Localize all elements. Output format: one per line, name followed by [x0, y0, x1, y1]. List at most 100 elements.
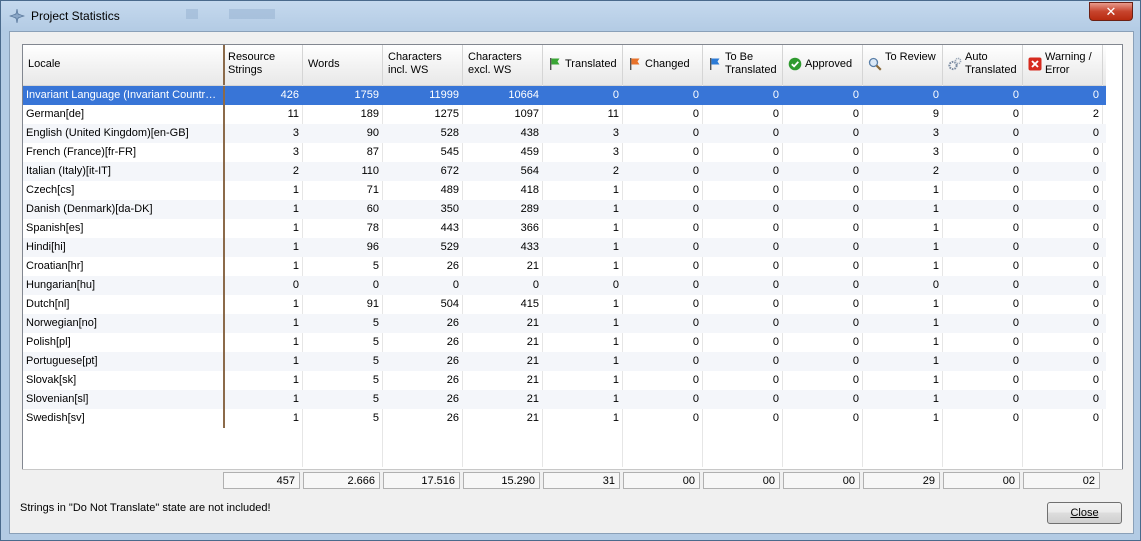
table-row[interactable]: Hungarian[hu] 0 0 0 0 0 0 0 0 0 0 0 [23, 276, 1106, 295]
column-header-locale[interactable]: Locale [23, 45, 225, 85]
green-flag-icon [550, 58, 560, 70]
value-cell: 110 [361, 165, 379, 177]
statistics-grid[interactable]: Locale Resource Strings Words Characters in… [22, 44, 1123, 488]
value-cell: 0 [852, 89, 859, 101]
value-cell: 0 [1012, 203, 1019, 215]
value-cell: 0 [772, 279, 779, 291]
locale-cell: Portuguese[pt] [23, 352, 225, 371]
value-cell: 0 [692, 222, 699, 234]
note-text: Strings in "Do Not Translate" state are … [20, 502, 271, 514]
value-cell: 0 [852, 298, 859, 310]
value-cell: 415 [520, 298, 539, 310]
locale-cell: Swedish[sv] [23, 409, 225, 428]
value-cell: 1 [292, 355, 299, 367]
value-cell: 11 [607, 108, 619, 120]
magnifier-icon [868, 57, 882, 71]
total-cell: 02 [1023, 472, 1100, 489]
table-row[interactable]: Czech[cs] 1 71 489 418 1 0 0 0 1 0 0 [23, 181, 1106, 200]
value-cell: 60 [366, 203, 379, 215]
locale-cell: French (France)[fr-FR] [23, 143, 225, 162]
column-header-characters-excl-ws[interactable]: Characters excl. WS [463, 45, 543, 85]
table-row[interactable]: Dutch[nl] 1 91 504 415 1 0 0 0 1 0 0 [23, 295, 1106, 314]
value-cell: 1 [612, 203, 619, 215]
value-cell: 1275 [434, 108, 459, 120]
table-row[interactable]: German[de] 11 189 1275 1097 11 0 0 0 9 0 2 [23, 105, 1106, 124]
total-cell: 00 [783, 472, 860, 489]
close-icon: ✕ [1105, 4, 1117, 19]
total-cell: 00 [623, 472, 700, 489]
table-row[interactable]: Slovenian[sl] 1 5 26 21 1 0 0 0 1 0 0 [23, 390, 1106, 409]
table-row[interactable]: Portuguese[pt] 1 5 26 21 1 0 0 0 1 0 0 [23, 352, 1106, 371]
value-cell: 1 [292, 374, 299, 386]
close-button[interactable]: Close [1047, 502, 1122, 524]
value-cell: 1759 [354, 89, 379, 101]
value-cell: 1 [292, 317, 299, 329]
column-header-label: Auto Translated [965, 51, 1017, 76]
value-cell: 3 [932, 127, 939, 139]
table-row[interactable]: Swedish[sv] 1 5 26 21 1 0 0 0 1 0 0 [23, 409, 1106, 428]
value-cell: 0 [852, 165, 859, 177]
table-row[interactable]: Danish (Denmark)[da-DK] 1 60 350 289 1 0 0 0 1 0 0 [23, 200, 1106, 219]
locale-cell: Invariant Language (Invariant Countr… [23, 86, 225, 105]
column-header-label: Locale [28, 58, 61, 70]
blue-flag-icon [710, 58, 720, 70]
table-row[interactable]: Norwegian[no] 1 5 26 21 1 0 0 0 1 0 0 [23, 314, 1106, 333]
value-cell: 0 [1092, 241, 1099, 253]
value-cell: 26 [446, 317, 459, 329]
value-cell: 0 [612, 89, 619, 101]
value-cell: 26 [446, 393, 459, 405]
value-cell: 0 [1092, 146, 1099, 158]
value-cell: 9 [932, 108, 939, 120]
table-row[interactable]: Italian (Italy)[it-IT] 2 110 672 564 2 0 0 0 2 0 0 [23, 162, 1106, 181]
value-cell: 0 [1012, 336, 1019, 348]
value-cell: 0 [1012, 165, 1019, 177]
table-row[interactable]: Polish[pl] 1 5 26 21 1 0 0 0 1 0 0 [23, 333, 1106, 352]
background-blur [229, 9, 275, 19]
project-statistics-window: Project Statistics ✕ Locale Resource Stri… [0, 0, 1141, 541]
value-cell: 0 [772, 89, 779, 101]
value-cell: 545 [440, 146, 459, 158]
table-row[interactable]: Hindi[hi] 1 96 529 433 1 0 0 0 1 0 0 [23, 238, 1106, 257]
locale-cell: Norwegian[no] [23, 314, 225, 333]
column-header-to-be-translated[interactable]: To Be Translated [703, 45, 783, 85]
table-row[interactable]: French (France)[fr-FR] 3 87 545 459 3 0 0 0 3 0 0 [23, 143, 1106, 162]
column-header-characters-incl-ws[interactable]: Characters incl. WS [383, 45, 463, 85]
table-row[interactable]: Slovak[sk] 1 5 26 21 1 0 0 0 1 0 0 [23, 371, 1106, 390]
column-header-auto-translated[interactable]: Auto Translated [943, 45, 1023, 85]
value-cell: 1 [932, 222, 939, 234]
value-cell: 0 [852, 317, 859, 329]
value-cell: 21 [526, 355, 539, 367]
column-header-resource-strings[interactable]: Resource Strings [223, 45, 303, 85]
window-close-button[interactable]: ✕ [1089, 2, 1133, 21]
value-cell: 71 [366, 184, 379, 196]
value-cell: 0 [1012, 298, 1019, 310]
value-cell: 1 [932, 317, 939, 329]
value-cell: 10664 [508, 89, 539, 101]
value-cell: 1 [932, 184, 939, 196]
value-cell: 0 [852, 279, 859, 291]
column-header-approved[interactable]: Approved [783, 45, 863, 85]
value-cell: 350 [440, 203, 459, 215]
value-cell: 5 [372, 355, 379, 367]
column-header-to-review[interactable]: To Review [863, 45, 943, 85]
value-cell: 1 [292, 222, 299, 234]
value-cell: 2 [292, 165, 299, 177]
value-cell: 1 [292, 412, 299, 424]
column-header-translated[interactable]: Translated [543, 45, 623, 85]
column-header-warning-error[interactable]: Warning / Error [1023, 45, 1103, 85]
column-header-words[interactable]: Words [303, 45, 383, 85]
total-cell: 00 [943, 472, 1020, 489]
value-cell: 1 [612, 393, 619, 405]
value-cell: 5 [372, 336, 379, 348]
table-row[interactable]: Invariant Language (Invariant Countr… 426… [23, 86, 1106, 105]
column-header-changed[interactable]: Changed [623, 45, 703, 85]
column-header-label: Characters excl. WS [468, 51, 522, 76]
value-cell: 426 [280, 89, 299, 101]
value-cell: 0 [852, 241, 859, 253]
value-cell: 0 [1012, 317, 1019, 329]
table-row[interactable]: Croatian[hr] 1 5 26 21 1 0 0 0 1 0 0 [23, 257, 1106, 276]
value-cell: 0 [852, 222, 859, 234]
table-row[interactable]: Spanish[es] 1 78 443 366 1 0 0 0 1 0 0 [23, 219, 1106, 238]
title-bar[interactable]: Project Statistics ✕ [1, 1, 1140, 31]
table-row[interactable]: English (United Kingdom)[en-GB] 3 90 528 438… [23, 124, 1106, 143]
